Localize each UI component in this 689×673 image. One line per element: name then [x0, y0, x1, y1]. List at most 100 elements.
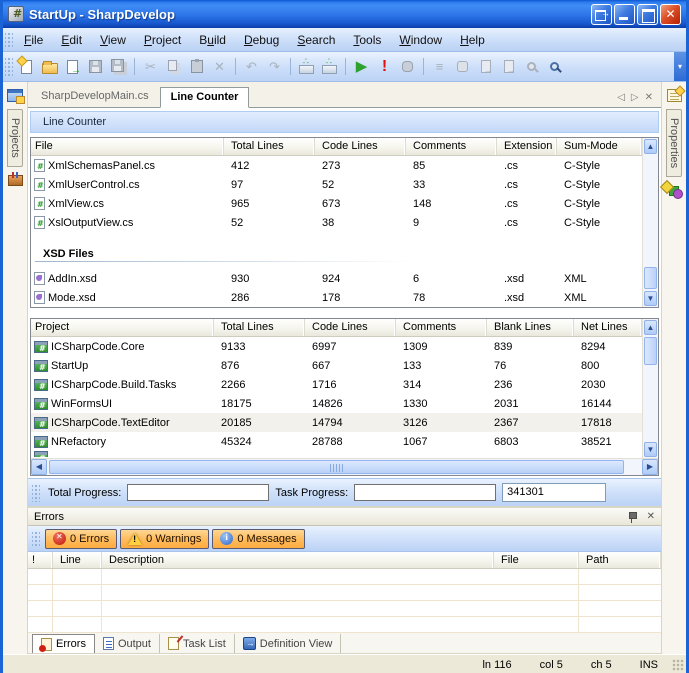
- region-icon[interactable]: [451, 56, 474, 78]
- file-row[interactable]: XmlView.cs 965 673 148 .cs C-Style: [31, 194, 642, 213]
- document-arrow-icon[interactable]: [61, 56, 84, 78]
- delete-icon[interactable]: ✕: [208, 56, 231, 78]
- toolbar-grip[interactable]: [5, 31, 13, 47]
- tab-scroll-right-icon[interactable]: ▷: [631, 92, 639, 103]
- scrollbar-thumb[interactable]: [644, 337, 657, 365]
- toolbar-separator[interactable]: [130, 56, 139, 78]
- bookmark-next-icon[interactable]: [497, 56, 520, 78]
- menu-file[interactable]: File: [15, 30, 52, 50]
- project-row[interactable]: ICSharpCode.Core 9133 6997 1309 839 8294: [31, 337, 642, 356]
- column-header-file[interactable]: File: [494, 552, 579, 568]
- horizontal-scrollbar[interactable]: ◀ ▶: [31, 458, 658, 475]
- pin-icon[interactable]: [627, 511, 637, 523]
- toolbar-grip[interactable]: [5, 56, 13, 76]
- toolbox-pad-icon[interactable]: [664, 180, 685, 201]
- tab-line-counter[interactable]: Line Counter: [160, 87, 250, 108]
- tab-sharpdevelopmain[interactable]: SharpDevelopMain.cs: [30, 86, 160, 107]
- column-header-sum-mode[interactable]: Sum-Mode: [557, 138, 642, 155]
- project-row[interactable]: ICSharpCode.Build.Tasks 2266 1716 314 23…: [31, 375, 642, 394]
- scroll-up-icon[interactable]: ▲: [644, 320, 657, 335]
- menu-build[interactable]: Build: [190, 30, 235, 50]
- save-all-icon[interactable]: [107, 56, 130, 78]
- column-header-blank-lines[interactable]: Blank Lines: [487, 319, 574, 336]
- open-file-icon[interactable]: [38, 56, 61, 78]
- close-button[interactable]: ✕: [660, 4, 681, 25]
- menu-help[interactable]: Help: [451, 30, 494, 50]
- column-header-project[interactable]: Project: [31, 319, 214, 336]
- menu-view[interactable]: View: [91, 30, 135, 50]
- resize-grip[interactable]: [672, 659, 684, 671]
- scrollbar-thumb[interactable]: [49, 460, 624, 474]
- toolbar-overflow-icon[interactable]: ▾: [674, 52, 686, 81]
- properties-pad-icon[interactable]: [664, 85, 685, 106]
- column-header-line[interactable]: Line: [53, 552, 102, 568]
- scrollbar-thumb[interactable]: [644, 267, 657, 289]
- toolbar-grip[interactable]: [32, 483, 40, 502]
- column-header-total-lines[interactable]: Total Lines: [224, 138, 315, 155]
- file-row[interactable]: XslOutputView.cs 52 38 9 .cs C-Style: [31, 213, 642, 232]
- undo-icon[interactable]: ↶: [240, 56, 263, 78]
- build-icon[interactable]: [295, 56, 318, 78]
- sidebar-tab-projects[interactable]: Projects: [7, 109, 23, 167]
- messages-count-button[interactable]: 0 Messages: [212, 529, 304, 549]
- maximize-button[interactable]: [637, 4, 658, 25]
- tab-errors[interactable]: Errors: [32, 634, 95, 653]
- column-header-code-lines[interactable]: Code Lines: [305, 319, 396, 336]
- abort-icon[interactable]: !: [373, 56, 396, 78]
- tab-task-list[interactable]: Task List: [160, 634, 235, 653]
- column-header-comments[interactable]: Comments: [406, 138, 497, 155]
- dock-window-button[interactable]: [591, 4, 612, 25]
- scroll-down-icon[interactable]: ▼: [644, 291, 657, 306]
- toolbar-separator[interactable]: [231, 56, 240, 78]
- scroll-left-icon[interactable]: ◀: [31, 459, 47, 475]
- menu-search[interactable]: Search: [288, 30, 344, 50]
- menu-tools[interactable]: Tools: [344, 30, 390, 50]
- tab-output[interactable]: Output: [95, 634, 160, 653]
- search-icon[interactable]: [543, 56, 566, 78]
- menu-window[interactable]: Window: [390, 30, 451, 50]
- errors-count-button[interactable]: 0 Errors: [45, 529, 117, 549]
- column-header-total-lines[interactable]: Total Lines: [214, 319, 305, 336]
- project-row[interactable]: ICSharpCode.TextEditor 20185 14794 3126 …: [31, 413, 642, 432]
- menu-debug[interactable]: Debug: [235, 30, 288, 50]
- tab-scroll-left-icon[interactable]: ◁: [617, 92, 625, 103]
- column-header-severity[interactable]: !: [28, 552, 53, 568]
- bookmark-prev-icon[interactable]: [474, 56, 497, 78]
- minimize-button[interactable]: [614, 4, 635, 25]
- project-row[interactable]: WinFormsUI 18175 14826 1330 2031 16144: [31, 394, 642, 413]
- toolbar-separator[interactable]: [286, 56, 295, 78]
- copy-icon[interactable]: [162, 56, 185, 78]
- cut-icon[interactable]: ✂: [139, 56, 162, 78]
- close-icon[interactable]: ✕: [647, 511, 655, 522]
- tools-pad-icon[interactable]: [5, 170, 26, 191]
- find-in-files-icon[interactable]: [520, 56, 543, 78]
- sidebar-tab-properties[interactable]: Properties: [666, 109, 682, 177]
- column-header-extension[interactable]: Extension: [497, 138, 557, 155]
- project-row[interactable]: NRefactory 45324 28788 1067 6803 38521: [31, 432, 642, 451]
- redo-icon[interactable]: ↷: [263, 56, 286, 78]
- project-pad-icon[interactable]: [5, 85, 26, 106]
- column-header-file[interactable]: File: [31, 138, 224, 155]
- build-all-icon[interactable]: [318, 56, 341, 78]
- menu-project[interactable]: Project: [135, 30, 190, 50]
- file-row[interactable]: XmlUserControl.cs 97 52 33 .cs C-Style: [31, 175, 642, 194]
- run-icon[interactable]: ▶: [350, 56, 373, 78]
- toolbar-separator[interactable]: [419, 56, 428, 78]
- save-icon[interactable]: [84, 56, 107, 78]
- file-row[interactable]: Mode.xsd 286 178 78 .xsd XML: [31, 288, 642, 307]
- column-header-code-lines[interactable]: Code Lines: [315, 138, 406, 155]
- paste-icon[interactable]: [185, 56, 208, 78]
- toolbar-separator[interactable]: [341, 56, 350, 78]
- stop-icon[interactable]: [396, 56, 419, 78]
- scroll-right-icon[interactable]: ▶: [642, 459, 658, 475]
- tab-definition-view[interactable]: Definition View: [235, 634, 342, 653]
- file-row[interactable]: XmlSchemasPanel.cs 412 273 85 .cs C-Styl…: [31, 156, 642, 175]
- column-header-net-lines[interactable]: Net Lines: [574, 319, 642, 336]
- comment-lines-icon[interactable]: ≡: [428, 56, 451, 78]
- vertical-scrollbar[interactable]: ▲ ▼: [642, 138, 658, 307]
- vertical-scrollbar[interactable]: ▲ ▼: [642, 319, 658, 458]
- new-file-icon[interactable]: [15, 56, 38, 78]
- column-header-comments[interactable]: Comments: [396, 319, 487, 336]
- scroll-up-icon[interactable]: ▲: [644, 139, 657, 154]
- menu-edit[interactable]: Edit: [52, 30, 91, 50]
